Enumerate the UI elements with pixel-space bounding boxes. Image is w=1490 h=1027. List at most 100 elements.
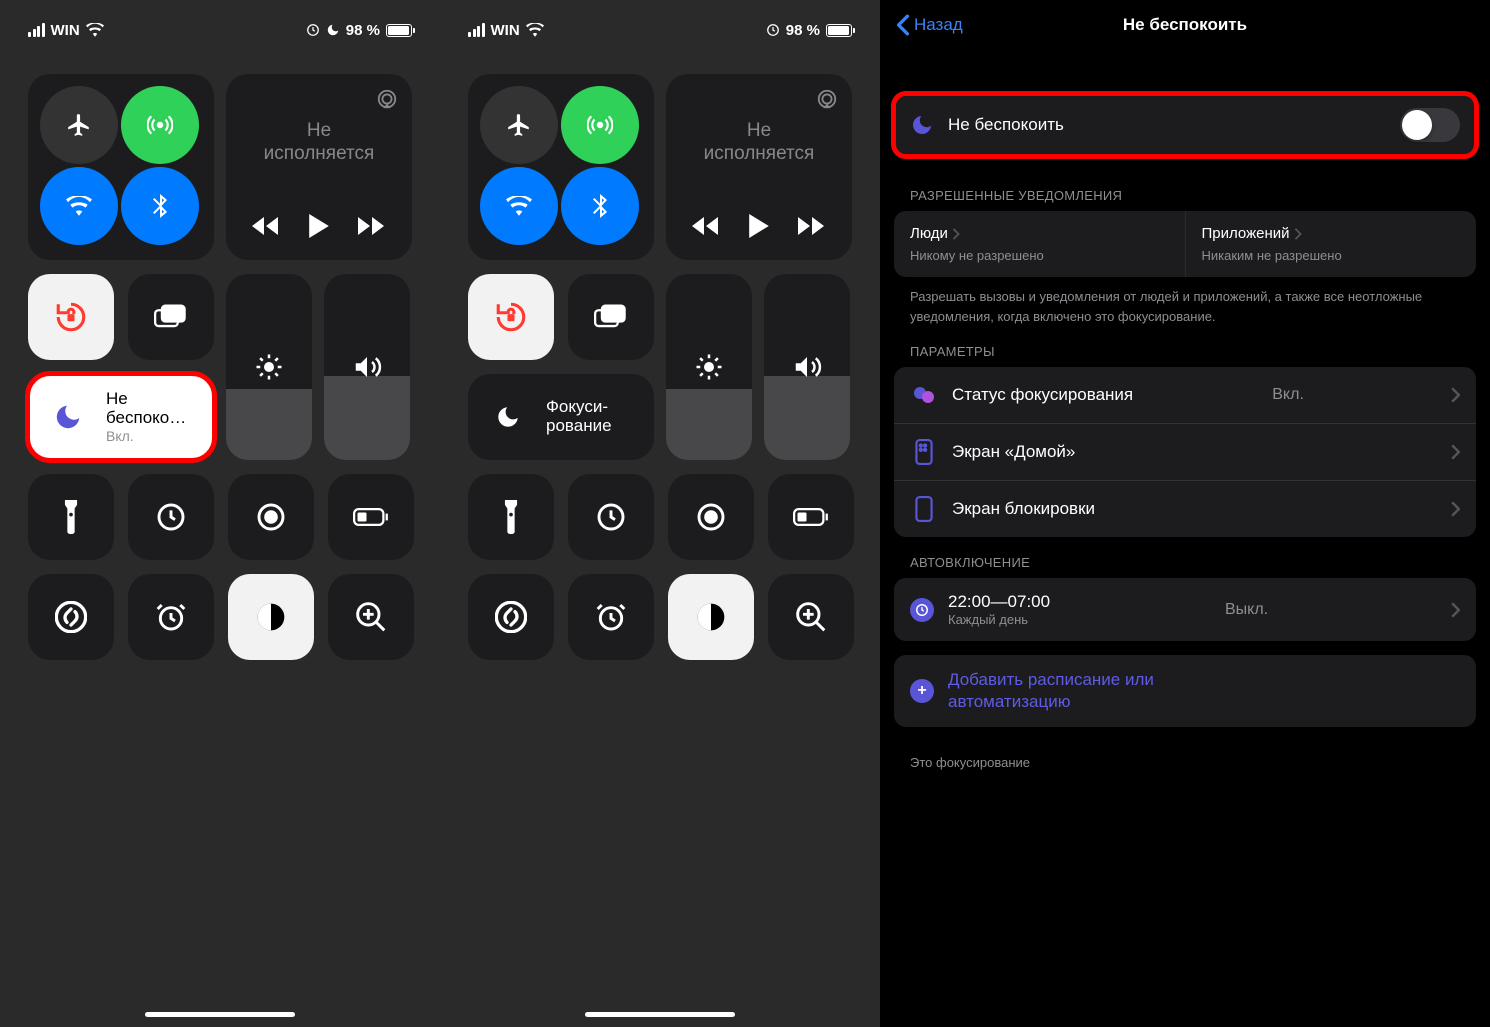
shazam-button[interactable]	[468, 574, 554, 660]
home-indicator[interactable]	[145, 1012, 295, 1017]
screen-record-button[interactable]	[668, 474, 754, 560]
low-power-button[interactable]	[328, 474, 414, 560]
screen-record-button[interactable]	[228, 474, 314, 560]
dnd-label: Не беспокоить	[948, 115, 1064, 135]
control-center-panel-off: WIN 98 % Неисполняется	[440, 0, 880, 1027]
screen-mirroring-button[interactable]	[128, 274, 214, 360]
status-bar: WIN 98 %	[0, 0, 440, 60]
chevron-right-icon	[1451, 387, 1460, 403]
clock-icon	[910, 598, 934, 622]
alarm-button[interactable]	[128, 574, 214, 660]
orientation-lock-button[interactable]	[468, 274, 554, 360]
allowed-people[interactable]: Люди Никому не разрешено	[894, 211, 1185, 277]
status-bar: WIN 98 %	[440, 0, 880, 60]
magnifier-button[interactable]	[328, 574, 414, 660]
volume-slider[interactable]	[764, 274, 850, 460]
lock-screen-row[interactable]: Экран блокировки	[894, 480, 1476, 537]
dark-mode-button[interactable]	[228, 574, 314, 660]
signal-icon	[28, 23, 45, 37]
focus-button[interactable]: Фокуси-рование	[468, 374, 654, 460]
play-button[interactable]	[309, 214, 329, 238]
back-button[interactable]: Назад	[896, 14, 963, 36]
brightness-slider[interactable]	[666, 274, 752, 460]
lock-rotation-icon	[766, 23, 780, 37]
play-button[interactable]	[749, 214, 769, 238]
focus-dnd-button[interactable]: Не беспоко… Вкл.	[28, 374, 214, 460]
cellular-button[interactable]	[561, 86, 639, 164]
next-button[interactable]	[798, 216, 826, 236]
chevron-right-icon	[1451, 444, 1460, 460]
battery-icon	[386, 24, 412, 37]
control-center-panel-on: WIN 98 % Неисполняется	[0, 0, 440, 1027]
chevron-right-icon	[1451, 501, 1460, 517]
carrier-label: WIN	[491, 22, 520, 39]
settings-dnd-panel: Назад Не беспокоить Не беспокоить РАЗРЕШ…	[880, 0, 1490, 1027]
cellular-button[interactable]	[121, 86, 199, 164]
bluetooth-button[interactable]	[121, 167, 199, 245]
focus-status-row[interactable]: Статус фокусирования Вкл.	[894, 367, 1476, 423]
battery-percent: 98 %	[786, 22, 820, 39]
section-allowed: РАЗРЕШЕННЫЕ УВЕДОМЛЕНИЯ	[880, 170, 1490, 211]
flashlight-button[interactable]	[28, 474, 114, 560]
params-group: Статус фокусирования Вкл. Экран «Домой» …	[894, 367, 1476, 537]
connectivity-tile[interactable]	[468, 74, 654, 260]
lock-rotation-icon	[306, 23, 320, 37]
music-tile[interactable]: Неисполняется	[666, 74, 852, 260]
carrier-label: WIN	[51, 22, 80, 39]
schedule-group: 22:00—07:00 Каждый день Выкл.	[894, 578, 1476, 641]
connectivity-tile[interactable]	[28, 74, 214, 260]
wifi-button[interactable]	[480, 167, 558, 245]
home-screen-row[interactable]: Экран «Домой»	[894, 423, 1476, 480]
chevron-right-icon	[1451, 602, 1460, 618]
timer-button[interactable]	[568, 474, 654, 560]
wifi-icon	[526, 23, 544, 37]
home-screen-icon	[915, 439, 933, 465]
add-schedule-group: + Добавить расписание или автоматизацию	[894, 655, 1476, 727]
volume-slider[interactable]	[324, 274, 410, 460]
focus-label: Фокуси-рование	[546, 398, 612, 435]
allowed-footnote: Разрешать вызовы и уведомления от людей …	[880, 277, 1490, 326]
moon-icon	[326, 23, 340, 37]
wifi-icon	[86, 23, 104, 37]
prev-button[interactable]	[252, 216, 280, 236]
bluetooth-button[interactable]	[561, 167, 639, 245]
timer-button[interactable]	[128, 474, 214, 560]
wifi-button[interactable]	[40, 167, 118, 245]
page-title: Не беспокоить	[880, 15, 1490, 35]
dnd-toggle-cell[interactable]: Не беспокоить	[894, 94, 1476, 156]
chevron-right-icon	[1294, 228, 1302, 240]
home-indicator[interactable]	[585, 1012, 735, 1017]
chevron-left-icon	[896, 14, 910, 36]
shazam-button[interactable]	[28, 574, 114, 660]
allowed-apps[interactable]: Приложений Никаким не разрешено	[1185, 211, 1477, 277]
brightness-slider[interactable]	[226, 274, 312, 460]
chevron-right-icon	[952, 228, 960, 240]
flashlight-button[interactable]	[468, 474, 554, 560]
lock-screen-icon	[915, 496, 933, 522]
signal-icon	[468, 23, 485, 37]
screen-mirroring-button[interactable]	[568, 274, 654, 360]
airplay-icon[interactable]	[816, 88, 838, 110]
dnd-toggle[interactable]	[1400, 108, 1460, 142]
section-auto: АВТОВКЛЮЧЕНИЕ	[880, 537, 1490, 578]
orientation-lock-button[interactable]	[28, 274, 114, 360]
airplane-button[interactable]	[480, 86, 558, 164]
plus-icon: +	[910, 679, 934, 703]
airplay-icon[interactable]	[376, 88, 398, 110]
airplane-button[interactable]	[40, 86, 118, 164]
low-power-button[interactable]	[768, 474, 854, 560]
alarm-button[interactable]	[568, 574, 654, 660]
allowed-notifications: Люди Никому не разрешено Приложений Ника…	[894, 211, 1476, 277]
battery-percent: 98 %	[346, 22, 380, 39]
schedule-row[interactable]: 22:00—07:00 Каждый день Выкл.	[894, 578, 1476, 641]
section-params: ПАРАМЕТРЫ	[880, 326, 1490, 367]
next-button[interactable]	[358, 216, 386, 236]
music-tile[interactable]: Неисполняется	[226, 74, 412, 260]
music-status: Неисполняется	[238, 120, 400, 166]
prev-button[interactable]	[692, 216, 720, 236]
magnifier-button[interactable]	[768, 574, 854, 660]
auto-footnote: Это фокусирование	[880, 743, 1490, 773]
add-schedule-row[interactable]: + Добавить расписание или автоматизацию	[894, 655, 1476, 727]
music-status: Неисполняется	[678, 120, 840, 166]
dark-mode-button[interactable]	[668, 574, 754, 660]
